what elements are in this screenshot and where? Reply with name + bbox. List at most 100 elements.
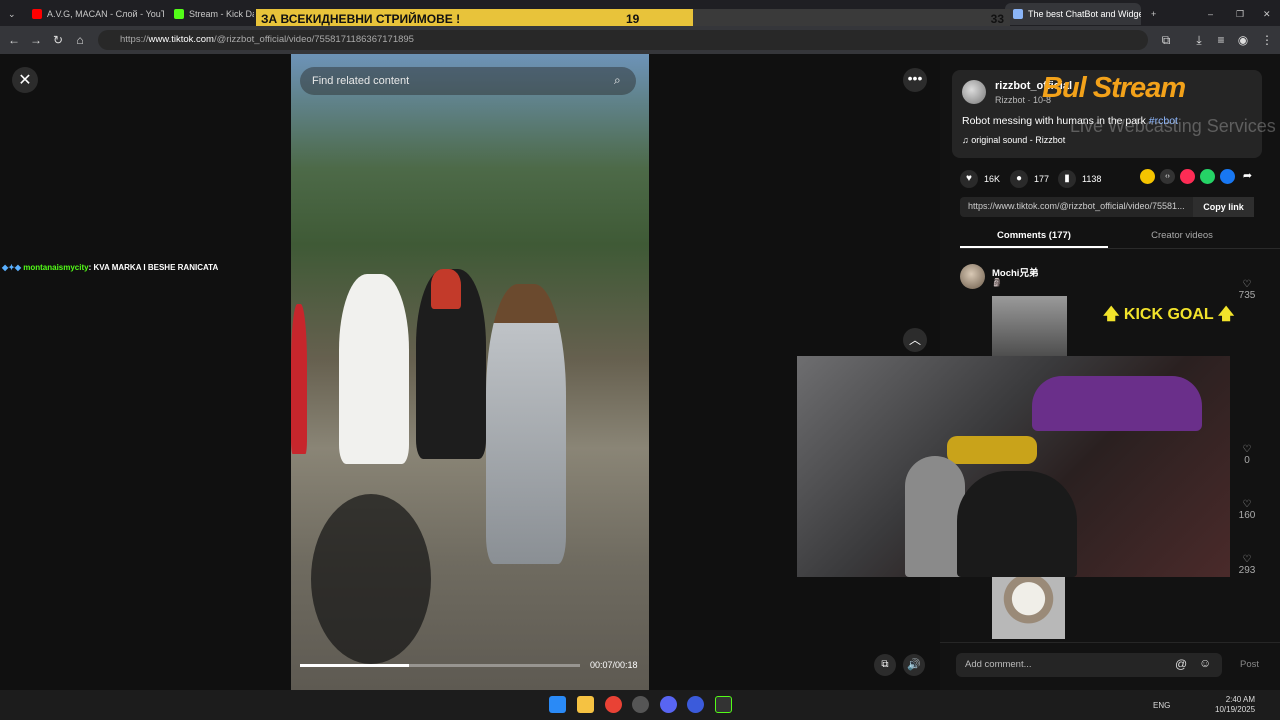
comment-like-count: 293 bbox=[1238, 565, 1256, 576]
goal-current: 19 bbox=[626, 12, 640, 26]
maximize-button[interactable]: ❐ bbox=[1228, 3, 1246, 25]
menu-icon[interactable]: ⋮ bbox=[1256, 29, 1278, 51]
comment-stat[interactable]: ● 177 bbox=[1010, 170, 1049, 188]
send-icon[interactable] bbox=[1180, 169, 1195, 184]
comment-author[interactable]: Mochi兄弟 bbox=[992, 265, 1038, 279]
comment-like[interactable]: ♡ 160 bbox=[1236, 499, 1258, 521]
heart-outline-icon: ♡ bbox=[1242, 499, 1252, 510]
comment-image[interactable] bbox=[992, 296, 1067, 356]
chat-badge-icon: ◆✦◆ bbox=[2, 263, 24, 272]
start-icon[interactable] bbox=[549, 696, 566, 713]
video-person-red-hair bbox=[431, 269, 461, 309]
mention-icon[interactable]: @ bbox=[1175, 657, 1187, 671]
url-scheme: https:// bbox=[120, 34, 149, 45]
extensions-icon[interactable]: ⧉ bbox=[1155, 29, 1177, 51]
share-coin-icon[interactable] bbox=[1140, 169, 1155, 184]
close-window-button[interactable]: ✕ bbox=[1255, 3, 1273, 25]
clock[interactable]: 2:40 AM 10/19/2025 bbox=[1215, 695, 1255, 715]
video-robot bbox=[486, 284, 566, 564]
close-video-button[interactable]: ✕ bbox=[12, 67, 38, 93]
heart-outline-icon: ♡ bbox=[1242, 279, 1252, 290]
back-icon[interactable]: ← bbox=[3, 29, 25, 51]
tab-search-button[interactable]: ⌄ bbox=[0, 3, 22, 25]
chrome-icon[interactable] bbox=[605, 696, 622, 713]
tab-youtube[interactable]: A.V.G, MACAN - Слой - YouT ✕ bbox=[24, 3, 164, 25]
media-icon[interactable]: ≡ bbox=[1210, 29, 1232, 51]
heart-outline-icon: ♡ bbox=[1242, 554, 1252, 565]
comment-like-count: 160 bbox=[1238, 510, 1256, 521]
embed-icon[interactable]: ‹› bbox=[1160, 169, 1175, 184]
youtube-icon bbox=[32, 9, 42, 19]
heart-icon: ♥ bbox=[960, 170, 978, 188]
previous-video-button[interactable]: ︿ bbox=[903, 328, 927, 352]
comment-like[interactable]: ♡ 0 bbox=[1236, 444, 1258, 466]
chat-overlay-message: ◆✦◆ montanaismycity: KVA MARKA I BESHE R… bbox=[2, 263, 218, 272]
like-count: 16K bbox=[984, 174, 1001, 184]
comment-like[interactable]: ♡ 293 bbox=[1236, 554, 1258, 576]
sound-link[interactable]: ♫ original sound - Rizzbot bbox=[962, 135, 1065, 145]
obs-icon[interactable] bbox=[632, 696, 649, 713]
find-related-search[interactable]: Find related content bbox=[300, 67, 636, 95]
save-count: 1138 bbox=[1082, 174, 1102, 184]
heart-outline-icon: ♡ bbox=[1242, 444, 1252, 455]
goal-text: ЗА ВСЕКИДНЕВНИ СТРИЙМОВЕ ! bbox=[261, 12, 461, 26]
tab-comments[interactable]: Comments (177) bbox=[960, 230, 1108, 241]
language-indicator[interactable]: ENG bbox=[1153, 701, 1170, 710]
reload-icon[interactable]: ↻ bbox=[47, 29, 69, 51]
explorer-icon[interactable] bbox=[577, 696, 594, 713]
chat-username: montanaismycity bbox=[23, 263, 89, 272]
new-tab-button[interactable]: + bbox=[1143, 3, 1161, 25]
url-host: www.tiktok.com bbox=[148, 34, 214, 45]
app-icon[interactable] bbox=[687, 696, 704, 713]
comment-image[interactable] bbox=[992, 577, 1065, 639]
webcam-purple-car bbox=[1032, 376, 1202, 431]
kick-icon bbox=[174, 9, 184, 19]
webcam-person-right bbox=[957, 471, 1077, 577]
tab-title: The best ChatBot and Widge bbox=[1028, 9, 1141, 19]
comment-like-count: 735 bbox=[1238, 290, 1256, 301]
share-arrow-icon[interactable]: ➦ bbox=[1240, 169, 1255, 184]
comment-avatar[interactable] bbox=[960, 264, 985, 289]
video-person-white-dress bbox=[339, 274, 409, 464]
search-icon[interactable]: ⌕ bbox=[614, 73, 621, 88]
post-button[interactable]: Post bbox=[1240, 659, 1259, 670]
download-icon[interactable]: ⤓ bbox=[1188, 29, 1210, 51]
video-shadow bbox=[311, 494, 431, 664]
home-icon[interactable]: ⌂ bbox=[69, 29, 91, 51]
author-avatar[interactable] bbox=[962, 80, 986, 104]
comment-like[interactable]: ♡ 735 bbox=[1236, 279, 1258, 301]
discord-icon[interactable] bbox=[660, 696, 677, 713]
tab-divider bbox=[960, 248, 1280, 249]
bookmark-icon: ▮ bbox=[1058, 170, 1076, 188]
pip-button[interactable]: ⧉ bbox=[874, 654, 896, 676]
volume-button[interactable]: 🔊 bbox=[903, 654, 925, 676]
tab-title: A.V.G, MACAN - Слой - YouT bbox=[47, 9, 164, 19]
bulstream-logo: Bul Stream bbox=[1042, 72, 1186, 104]
clock-time: 2:40 AM bbox=[1225, 695, 1256, 704]
address-bar[interactable]: https://www.tiktok.com/@rizzbot_official… bbox=[98, 30, 1148, 50]
video-player[interactable] bbox=[291, 54, 649, 690]
comment-count: 177 bbox=[1034, 174, 1050, 184]
profile-avatar[interactable]: ◉ bbox=[1232, 29, 1254, 51]
like-stat[interactable]: ♥ 16K bbox=[960, 170, 1000, 188]
more-options-button[interactable]: ••• bbox=[903, 68, 927, 92]
whatsapp-icon[interactable] bbox=[1200, 169, 1215, 184]
tab-title: Stream - Kick Dashbo bbox=[189, 9, 254, 19]
save-stat[interactable]: ▮ 1138 bbox=[1058, 170, 1101, 188]
kick-goal-overlay: 🡅 KICK GOAL 🡅 bbox=[1103, 306, 1235, 323]
tab-creator-videos[interactable]: Creator videos bbox=[1108, 230, 1256, 241]
comment-icon: ● bbox=[1010, 170, 1028, 188]
tab-kick[interactable]: Stream - Kick Dashbo bbox=[166, 3, 254, 25]
comment-text: 🗿 bbox=[992, 278, 1002, 287]
tab-chatbot[interactable]: The best ChatBot and Widge ✕ bbox=[1005, 3, 1141, 25]
kick-app-icon[interactable] bbox=[715, 696, 732, 713]
webcam-person-left bbox=[905, 456, 965, 577]
forward-icon[interactable]: → bbox=[25, 29, 47, 51]
emoji-icon[interactable]: ☺ bbox=[1199, 656, 1211, 670]
chatbot-icon bbox=[1013, 9, 1023, 19]
facebook-icon[interactable] bbox=[1220, 169, 1235, 184]
search-placeholder: Find related content bbox=[312, 75, 410, 87]
copy-link-button[interactable]: Copy link bbox=[1193, 197, 1254, 217]
minimize-button[interactable]: – bbox=[1200, 3, 1218, 25]
bulstream-tagline: Live Webcasting Services bbox=[1070, 116, 1276, 136]
